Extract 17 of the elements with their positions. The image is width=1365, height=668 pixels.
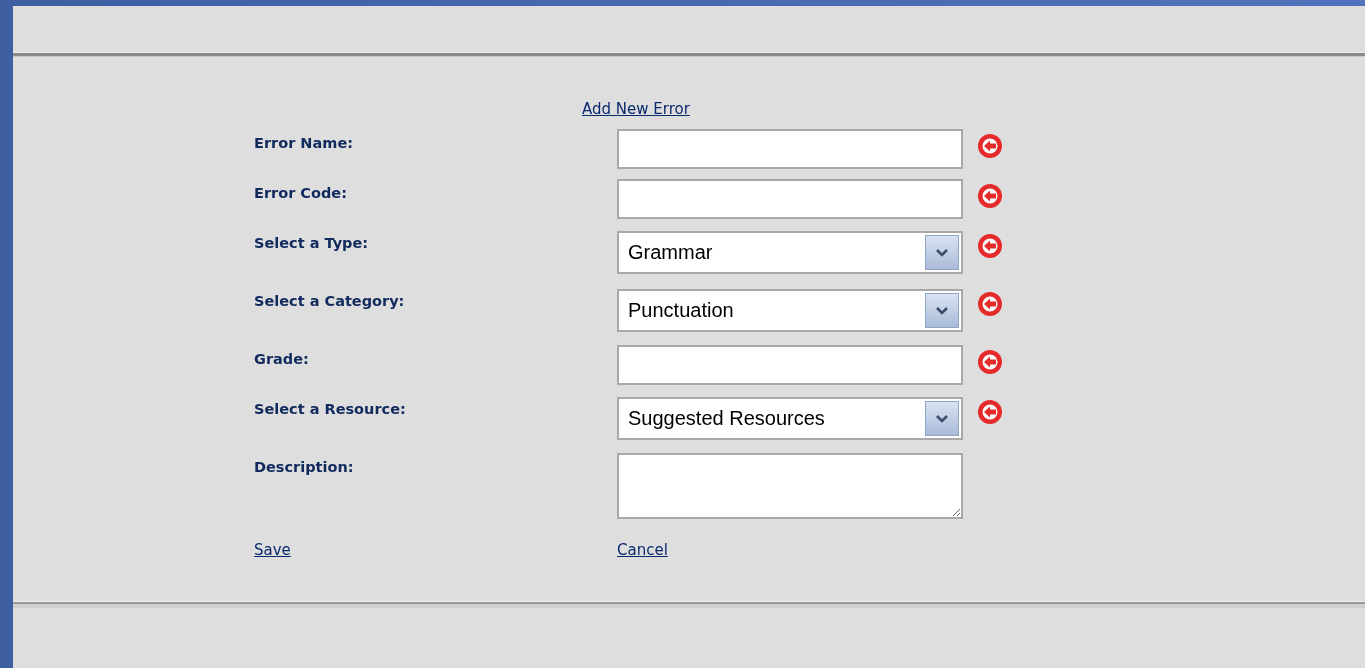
field-label: Select a Category: (254, 292, 406, 309)
dropdown[interactable]: Punctuation (617, 289, 963, 332)
input-field[interactable] (617, 345, 963, 385)
input-field[interactable] (617, 129, 963, 169)
dropdown[interactable]: Suggested Resources (617, 397, 963, 440)
field-label: Select a Type: (254, 234, 370, 251)
field-label: Error Code: (254, 184, 348, 201)
dropdown[interactable]: Grammar (617, 231, 963, 274)
text-area[interactable] (617, 453, 963, 519)
field-label: Error Name: (254, 134, 355, 151)
input-field[interactable] (617, 179, 963, 219)
field-label: Grade: (254, 350, 310, 367)
field-label: Select a Resource: (254, 400, 407, 417)
action-link[interactable]: Save (254, 541, 291, 559)
field-label: Description: (254, 458, 355, 475)
add-new-error-link[interactable]: Add New Error (582, 100, 690, 118)
action-link[interactable]: Cancel (617, 541, 668, 559)
